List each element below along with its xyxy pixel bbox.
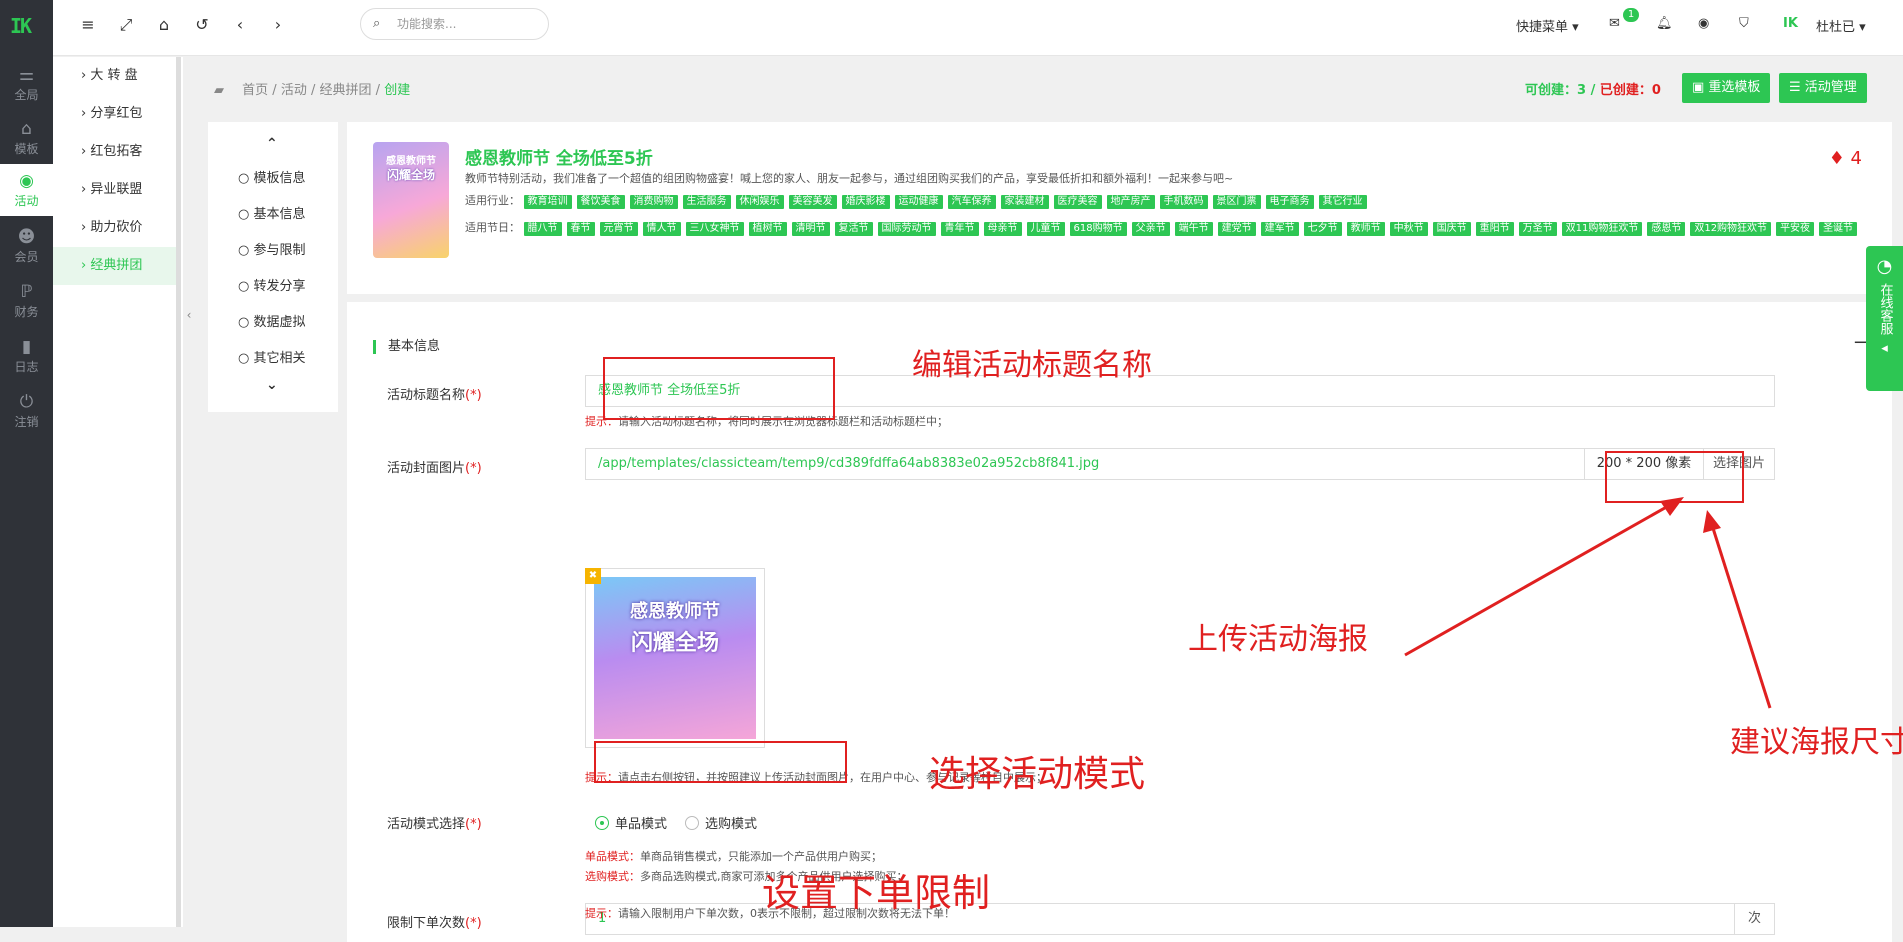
arrow-upload-head xyxy=(1660,497,1684,516)
arrow-size-head xyxy=(1703,510,1721,533)
chat-icon: ◔ xyxy=(1876,256,1893,277)
arrow-upload-line xyxy=(1404,503,1671,657)
chevron-left-icon[interactable]: ◂ xyxy=(1866,341,1903,356)
annotation-arrows xyxy=(1404,497,1772,709)
online-service-float[interactable]: ◔ 在线客服 ◂ xyxy=(1866,246,1903,391)
arrow-size-line xyxy=(1710,524,1772,709)
